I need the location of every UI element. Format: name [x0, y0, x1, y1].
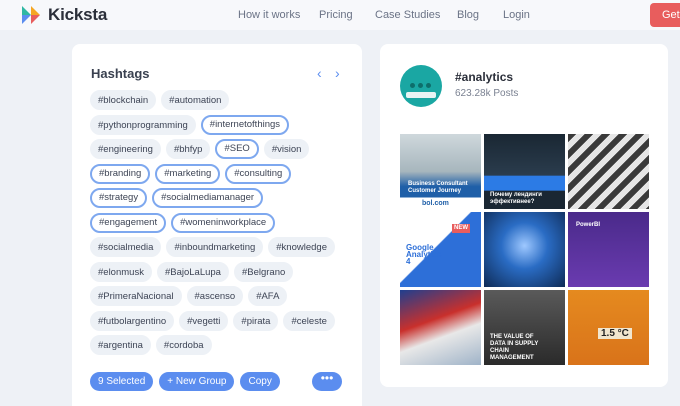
hashtag-row: #pythonprogramming #internetofthings — [90, 114, 352, 140]
hashtag-row: #argentina #cordoba — [90, 335, 352, 360]
hashtag-chip[interactable]: #internetofthings — [200, 114, 290, 135]
kicksta-logo-icon — [22, 6, 40, 24]
post-count: 623.28k Posts — [455, 88, 519, 99]
post-brand: bol.com — [422, 200, 449, 207]
hashtag-detail-card: #analytics 623.28k Posts Business Consul… — [380, 44, 668, 387]
post-caption: 1.5 °C — [598, 328, 632, 339]
hashtag-name: #analytics — [455, 70, 514, 84]
post-thumbnail[interactable]: PowerBI — [568, 212, 649, 287]
post-caption: Google Analytics 4 — [406, 243, 442, 266]
nav-login[interactable]: Login — [503, 9, 530, 21]
post-thumbnail[interactable]: Business Consultant Customer Journey bol… — [400, 134, 481, 209]
hashtag-chip[interactable]: #inboundmarketing — [166, 237, 264, 257]
post-thumbnail[interactable]: Почему лендинги эффективнее? — [484, 134, 565, 209]
post-caption: THE VALUE OF DATA IN SUPPLY CHAIN MANAGE… — [490, 334, 539, 361]
hashtag-chip[interactable]: #knowledge — [268, 237, 335, 257]
post-thumbnail[interactable] — [484, 212, 565, 287]
hashtag-chip[interactable]: #elonmusk — [90, 261, 152, 282]
more-options-button[interactable]: ••• — [312, 372, 342, 391]
post-thumbnail[interactable]: Google Analytics 4 NEW — [400, 212, 481, 287]
hashtags-card: Hashtags ‹ › #blockchain #automation #pyth… — [72, 44, 362, 406]
post-thumbnail[interactable]: 1.5 °C — [568, 290, 649, 365]
hashtag-chip[interactable]: #bhfyp — [165, 139, 211, 159]
copy-button[interactable]: Copy — [240, 372, 280, 391]
hashtag-chip[interactable]: #argentina — [90, 335, 151, 355]
hashtag-row: #futbolargentino #vegetti #pirata #celeste — [90, 310, 352, 336]
hashtag-chip[interactable]: #ascenso — [186, 286, 244, 306]
hashtag-chip[interactable]: #pirata — [233, 310, 279, 331]
hashtag-chip[interactable]: #cordoba — [155, 335, 212, 355]
get-started-button[interactable]: Get — [650, 3, 680, 27]
nav-how-it-works[interactable]: How it works — [238, 9, 300, 21]
hashtag-chip[interactable]: #engineering — [90, 139, 161, 159]
logo[interactable]: Kicksta — [20, 4, 107, 26]
selected-count-button[interactable]: 9 Selected — [90, 372, 154, 391]
new-badge: NEW — [452, 224, 470, 233]
post-thumbnail[interactable] — [400, 290, 481, 365]
hashtag-chip[interactable]: #celeste — [283, 310, 335, 331]
hashtag-chip[interactable]: #futbolargentino — [90, 310, 175, 331]
hashtag-row: #engagement #womeninworkplace — [90, 212, 352, 238]
top-nav: Kicksta How it works Pricing Case Studie… — [0, 0, 680, 30]
post-thumbnail[interactable]: THE VALUE OF DATA IN SUPPLY CHAIN MANAGE… — [484, 290, 565, 365]
hashtag-list: #blockchain #automation #pythonprogramming… — [90, 90, 352, 360]
hashtag-chip[interactable]: #socialmediamanager — [152, 188, 264, 208]
chevron-right-icon[interactable]: › — [335, 66, 340, 80]
hashtag-chip[interactable]: #strategy — [90, 188, 148, 208]
hashtag-chip[interactable]: #marketing — [155, 163, 221, 184]
new-group-button[interactable]: + New Group — [159, 372, 235, 391]
chevron-left-icon[interactable]: ‹ — [317, 66, 322, 80]
hashtag-chip[interactable]: #womeninworkplace — [171, 212, 276, 233]
hashtag-actions: 9 Selected + New Group Copy — [90, 372, 286, 391]
avatar — [400, 65, 442, 107]
hashtag-chip[interactable]: #engagement — [90, 212, 167, 233]
nav-case-studies[interactable]: Case Studies — [375, 9, 440, 21]
post-caption: PowerBI — [576, 222, 601, 228]
brand-name: Kicksta — [48, 5, 108, 24]
hashtag-row: #strategy #socialmediamanager — [90, 188, 352, 213]
nav-pricing[interactable]: Pricing — [319, 9, 353, 21]
hashtag-row: #engineering #bhfyp #SEO #vision — [90, 139, 352, 164]
hashtag-chip[interactable]: #Belgrano — [233, 261, 294, 282]
hashtag-chip[interactable]: #branding — [90, 163, 151, 184]
post-grid: Business Consultant Customer Journey bol… — [400, 134, 649, 365]
hashtag-chip[interactable]: #consulting — [225, 163, 292, 184]
nav-blog[interactable]: Blog — [457, 9, 479, 21]
hashtag-row: #blockchain #automation — [90, 90, 352, 115]
hashtag-row: #PrimeraNacional #ascenso #AFA — [90, 286, 352, 311]
hashtag-chip[interactable]: #socialmedia — [90, 237, 162, 257]
hashtag-chip[interactable]: #SEO — [215, 139, 259, 159]
hashtag-row: #branding #marketing #consulting — [90, 163, 352, 189]
hashtag-chip[interactable]: #PrimeraNacional — [90, 286, 182, 306]
hashtag-chip[interactable]: #vegetti — [179, 310, 229, 331]
hashtag-row: #elonmusk #BajoLaLupa #Belgrano — [90, 261, 352, 287]
hashtag-chip[interactable]: #BajoLaLupa — [156, 261, 229, 282]
hashtag-chip[interactable]: #pythonprogramming — [90, 114, 196, 135]
post-caption: Почему лендинги эффективнее? — [490, 192, 542, 205]
hashtag-chip[interactable]: #automation — [161, 90, 230, 110]
hashtag-row: #socialmedia #inboundmarketing #knowledge — [90, 237, 352, 262]
post-thumbnail[interactable] — [568, 134, 649, 209]
hashtag-chip[interactable]: #AFA — [248, 286, 288, 306]
hashtag-chip[interactable]: #blockchain — [90, 90, 157, 110]
post-caption: Business Consultant Customer Journey — [408, 181, 468, 194]
hashtags-title: Hashtags — [91, 66, 150, 81]
hashtag-chip[interactable]: #vision — [263, 139, 310, 159]
